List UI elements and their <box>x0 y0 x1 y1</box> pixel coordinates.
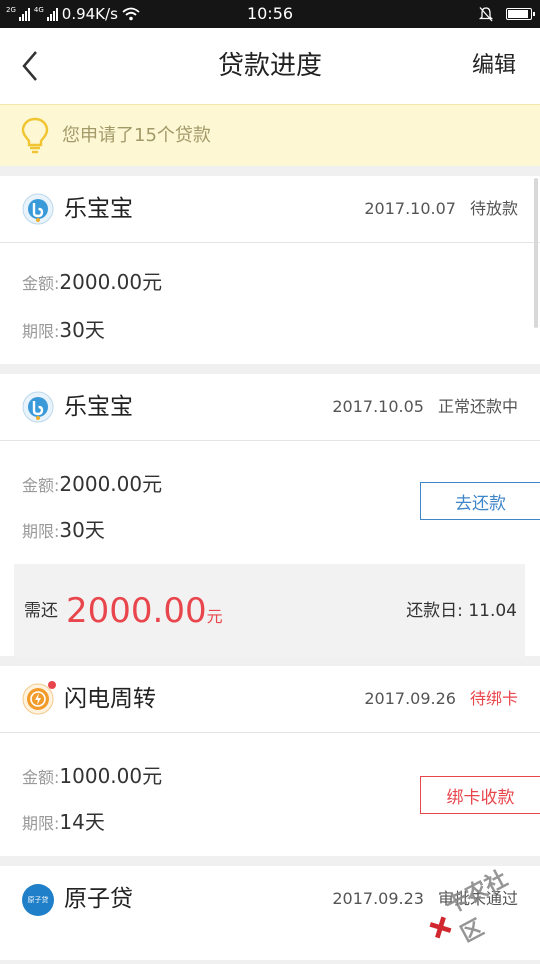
due-amount-unit: 元 <box>206 607 223 626</box>
term-value: 14天 <box>59 810 105 834</box>
term-value: 30天 <box>59 318 105 342</box>
term-label: 期限: <box>22 522 60 541</box>
bind-card-button[interactable]: 绑卡收款 <box>420 776 540 814</box>
loan-card[interactable]: 闪电周转 2017.09.26 待绑卡 金额:1000.00元 期限:14天 绑卡… <box>0 666 540 856</box>
due-date: 还款日: 11.04 <box>406 601 517 621</box>
loan-status: 待放款 <box>469 199 518 218</box>
due-label: 需还 <box>24 601 58 621</box>
loan-date: 2017.09.26 <box>364 689 456 708</box>
loan-status: 正常还款中 <box>437 397 518 416</box>
term-value: 30天 <box>59 518 105 542</box>
loan-amount-row: 金额:2000.00元 <box>22 468 162 497</box>
due-amount: 2000.00元 <box>66 564 223 658</box>
term-label: 期限: <box>22 814 60 833</box>
scrollbar[interactable] <box>534 178 538 328</box>
due-amount-value: 2000.00 <box>66 591 207 631</box>
lebaobao-logo-icon <box>22 391 54 423</box>
notice-text: 您申请了15个贷款 <box>62 125 211 146</box>
nav-bar: 贷款进度 编辑 <box>0 28 540 104</box>
amount-label: 金额: <box>22 768 60 787</box>
repay-button[interactable]: 去还款 <box>420 482 540 520</box>
loan-app-name: 闪电周转 <box>64 686 156 712</box>
status-bar: 2G 4G 0.94K/s 10:56 <box>0 0 540 28</box>
loan-date: 2017.10.05 <box>332 397 424 416</box>
loan-date: 2017.10.07 <box>364 199 456 218</box>
battery-level <box>508 10 529 18</box>
amount-value: 1000.00元 <box>59 764 163 788</box>
term-label: 期限: <box>22 322 60 341</box>
yuanzidai-logo-icon: 原子贷 <box>22 884 54 916</box>
loan-amount-row: 金额:2000.00元 <box>22 266 162 295</box>
yuanzidai-logo-text: 原子贷 <box>27 896 49 904</box>
notice-banner: 您申请了15个贷款 <box>0 104 540 166</box>
loan-amount-row: 金额:1000.00元 <box>22 760 162 789</box>
repayment-summary: 需还 2000.00元 还款日: 11.04 <box>14 564 525 658</box>
loan-meta: 2017.10.07 待放款 <box>364 176 518 242</box>
shandian-logo-icon <box>22 681 56 715</box>
amount-value: 2000.00元 <box>59 270 163 294</box>
loan-term-row: 期限:14天 <box>22 806 105 835</box>
amount-value: 2000.00元 <box>59 472 163 496</box>
loan-status: 待绑卡 <box>469 689 518 708</box>
loan-term-row: 期限:30天 <box>22 314 105 343</box>
page-title: 贷款进度 <box>217 51 322 81</box>
battery-icon <box>506 8 535 20</box>
loan-app-name: 乐宝宝 <box>64 196 133 222</box>
loan-date: 2017.09.23 <box>332 889 424 908</box>
loan-meta: 2017.10.05 正常还款中 <box>332 374 518 440</box>
edit-button[interactable]: 编辑 <box>472 28 516 104</box>
lightbulb-icon <box>21 117 49 154</box>
loan-card-header: 闪电周转 2017.09.26 待绑卡 <box>0 666 540 733</box>
loan-card-header: 乐宝宝 2017.10.07 待放款 <box>0 176 540 243</box>
loan-meta: 2017.09.26 待绑卡 <box>364 666 518 732</box>
amount-label: 金额: <box>22 274 60 293</box>
loan-term-row: 期限:30天 <box>22 514 105 543</box>
loan-card-header: 乐宝宝 2017.10.05 正常还款中 <box>0 374 540 441</box>
amount-label: 金额: <box>22 476 60 495</box>
loan-card[interactable]: 乐宝宝 2017.10.07 待放款 金额:2000.00元 期限:30天 <box>0 176 540 364</box>
loan-card[interactable]: 乐宝宝 2017.10.05 正常还款中 金额:2000.00元 期限:30天 去… <box>0 374 540 658</box>
loan-app-name: 原子贷 <box>64 886 133 912</box>
lebaobao-logo-icon <box>22 193 54 225</box>
loan-app-name: 乐宝宝 <box>64 394 133 420</box>
status-bar-right <box>478 0 535 28</box>
clock: 10:56 <box>246 4 294 23</box>
mute-bell-icon <box>478 7 494 22</box>
